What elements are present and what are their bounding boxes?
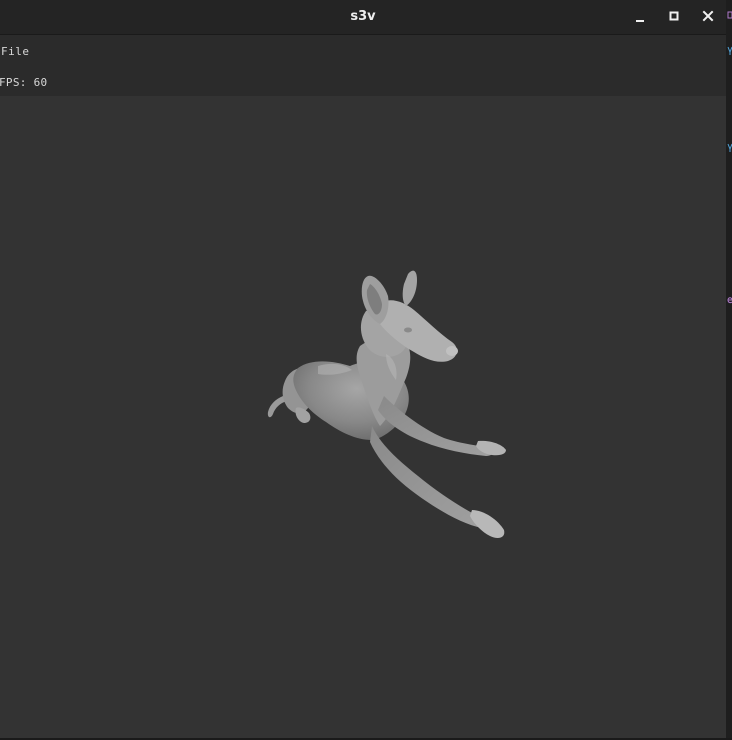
close-button[interactable] [698, 7, 718, 27]
background-editor-strip [726, 0, 732, 740]
status-bar: FPS: 60 [0, 69, 726, 96]
app-window: s3v File FPS: 60 [0, 0, 726, 738]
close-icon [702, 10, 714, 22]
window-title: s3v [350, 9, 376, 24]
minimize-button[interactable] [630, 7, 650, 27]
background-glyph [727, 297, 732, 304]
minimize-icon [636, 20, 644, 22]
menu-file[interactable]: File [1, 45, 30, 59]
maximize-icon [669, 11, 679, 21]
background-glyph [727, 143, 732, 152]
background-glyph [727, 46, 732, 55]
title-bar[interactable]: s3v [0, 0, 726, 35]
screen: s3v File FPS: 60 [0, 0, 732, 740]
rendered-model [267, 270, 506, 538]
fps-counter: FPS: 60 [0, 76, 48, 89]
dog-model [267, 270, 506, 538]
maximize-button[interactable] [664, 7, 684, 27]
menu-bar: File [0, 35, 726, 69]
3d-viewport[interactable] [0, 96, 726, 738]
background-glyph [727, 11, 732, 19]
